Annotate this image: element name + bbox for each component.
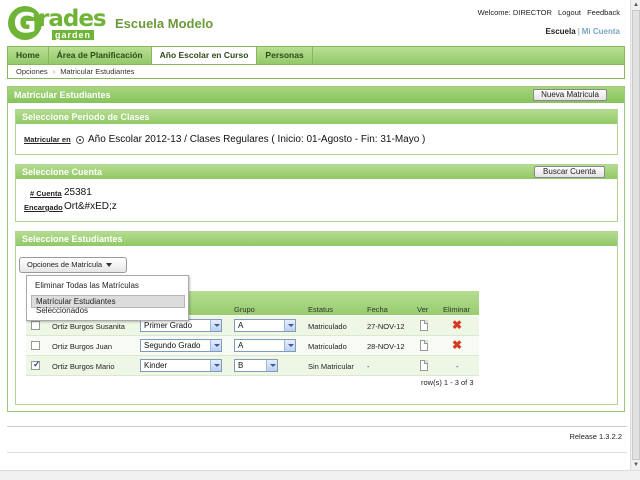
group-select[interactable]: A xyxy=(234,319,296,332)
menu-item-eliminar-todas[interactable]: Eliminar Todas las Matrículas xyxy=(35,281,139,290)
logo-letter: G xyxy=(8,6,42,40)
period-label: Matricular en xyxy=(24,135,71,144)
grade-select-value: Segundo Grado xyxy=(144,341,201,350)
group-select-value: A xyxy=(238,321,244,330)
menu-item-line2: Seleccionados xyxy=(36,306,89,315)
scrollbar-thumb[interactable] xyxy=(632,10,640,460)
row-checkbox[interactable] xyxy=(31,321,40,330)
feedback-link[interactable]: Feedback xyxy=(587,8,620,17)
date-text: 28-NOV-12 xyxy=(367,342,405,351)
status-text: Matriculado xyxy=(308,342,347,351)
guardian-label: Encargado xyxy=(24,203,63,212)
period-section-title: Seleccione Periodo de Clases xyxy=(16,110,617,124)
chevron-down-icon xyxy=(210,320,221,331)
row-checkbox[interactable] xyxy=(31,341,40,350)
student-name: Ortiz Burgos Juan xyxy=(52,342,113,351)
tab-area-planificacion[interactable]: Área de Planificación xyxy=(49,47,152,64)
col-estatus[interactable]: Estatus xyxy=(308,305,333,314)
group-select-value: B xyxy=(238,361,244,370)
opciones-matricula-menu: Eliminar Todas las Matrículas Matrícular… xyxy=(26,275,189,321)
date-text: 27-NOV-12 xyxy=(367,322,405,331)
chevron-down-icon xyxy=(210,360,221,371)
chevron-down-icon xyxy=(106,263,113,268)
vertical-scrollbar[interactable]: ▲ ▼ xyxy=(630,0,640,470)
context-switcher: Escuela | Mi Cuenta xyxy=(545,27,620,36)
breadcrumb-current: Matricular Estudiantes xyxy=(60,67,135,76)
period-section: Seleccione Periodo de Clases Matricular … xyxy=(15,109,618,155)
col-grupo[interactable]: Grupo xyxy=(234,305,255,314)
switch-mi-cuenta-link[interactable]: Mi Cuenta xyxy=(582,27,620,36)
table-row: Ortiz Burgos Juan Segundo Grado A Matric… xyxy=(26,336,479,356)
guardian-value: Ort&#xED;z xyxy=(64,201,117,212)
student-name: Ortiz Burgos Susanita xyxy=(52,322,125,331)
horizontal-scrollbar[interactable] xyxy=(0,470,640,480)
col-ver[interactable]: Ver xyxy=(417,305,428,314)
top-user-bar: Welcome: DIRECTOR Logout Feedback xyxy=(474,8,620,17)
menu-item-line1: Matrícular Estudiantes xyxy=(36,297,116,306)
welcome-text: Welcome: DIRECTOR xyxy=(477,8,552,17)
tab-home[interactable]: Home xyxy=(8,47,49,64)
logo-sub-text: garden xyxy=(52,30,95,40)
period-value: Año Escolar 2012-13 / Clases Regulares (… xyxy=(88,134,426,145)
switch-separator: | xyxy=(577,27,580,36)
row-counter: row(s) 1 - 3 of 3 xyxy=(421,378,474,387)
scroll-up-arrow-icon[interactable]: ▲ xyxy=(632,1,640,9)
grade-select[interactable]: Kinder xyxy=(140,359,222,372)
buscar-cuenta-button[interactable]: Buscar Cuenta xyxy=(534,166,605,178)
panel-title: Matricular Estudiantes xyxy=(14,90,111,100)
logo-main-text: rades xyxy=(38,6,107,32)
group-select[interactable]: A xyxy=(234,339,296,352)
nueva-matricula-button[interactable]: Nueva Matricula xyxy=(533,89,607,101)
document-icon[interactable] xyxy=(420,320,428,331)
account-section: Seleccione Cuenta Buscar Cuenta # Cuenta… xyxy=(15,164,618,222)
delete-icon[interactable]: ✖ xyxy=(452,319,462,331)
release-version: Release 1.3.2.2 xyxy=(569,432,622,441)
delete-icon[interactable]: ✖ xyxy=(452,339,462,351)
grade-select[interactable]: Segundo Grado xyxy=(140,339,222,352)
document-icon[interactable] xyxy=(420,340,428,351)
switch-current-escuela[interactable]: Escuela xyxy=(545,27,575,36)
account-section-title: Seleccione Cuenta Buscar Cuenta xyxy=(16,165,617,179)
menu-item-matricular-seleccionados[interactable]: Matrícular Estudiantes Seleccionados xyxy=(31,295,185,315)
group-select-value: A xyxy=(238,341,244,350)
row-checkbox[interactable] xyxy=(31,359,41,370)
main-nav: Home Área de Planificación Año Escolar e… xyxy=(7,46,625,65)
breadcrumb: Opciones › Matricular Estudiantes xyxy=(7,64,625,79)
grade-select-value: Kinder xyxy=(144,361,168,370)
table-row: Ortiz Burgos Mario Kinder B Sin Matricul… xyxy=(26,356,479,376)
breadcrumb-arrow-icon: › xyxy=(52,67,56,76)
opciones-matricula-button[interactable]: Opciones de Matrícula xyxy=(19,257,127,273)
panel-header: Matricular Estudiantes Nueva Matricula xyxy=(8,87,624,103)
chevron-down-icon xyxy=(266,360,277,371)
col-eliminar[interactable]: Eliminar xyxy=(443,305,470,314)
account-number-value: 25381 xyxy=(64,187,92,198)
school-name: Escuela Modelo xyxy=(115,16,214,31)
status-text: Sin Matricular xyxy=(308,362,354,371)
chevron-down-icon xyxy=(284,340,295,351)
footer-divider xyxy=(7,426,627,427)
delete-placeholder: - xyxy=(456,362,459,371)
date-text: - xyxy=(367,362,370,371)
opciones-matricula-label: Opciones de Matrícula xyxy=(27,260,103,269)
group-select[interactable]: B xyxy=(234,359,278,372)
grades-garden-logo[interactable]: G rades garden xyxy=(8,6,107,40)
account-title-text: Seleccione Cuenta xyxy=(22,167,103,177)
chevron-down-icon xyxy=(284,320,295,331)
grade-select-value: Primer Grado xyxy=(144,321,193,330)
footer-divider-bottom xyxy=(7,452,627,453)
scroll-down-arrow-icon[interactable]: ▼ xyxy=(632,461,640,469)
col-fecha[interactable]: Fecha xyxy=(367,305,388,314)
students-section-title: Seleccione Estudiantes xyxy=(16,232,617,246)
chevron-down-icon xyxy=(210,340,221,351)
student-name: Ortiz Burgos Mario xyxy=(52,362,115,371)
document-icon[interactable] xyxy=(420,360,428,371)
logout-link[interactable]: Logout xyxy=(558,8,581,17)
breadcrumb-opciones[interactable]: Opciones xyxy=(16,67,48,76)
account-number-label: # Cuenta xyxy=(30,189,62,198)
period-radio[interactable] xyxy=(76,136,84,144)
tab-personas[interactable]: Personas xyxy=(257,47,313,64)
status-text: Matriculado xyxy=(308,322,347,331)
tab-ano-escolar[interactable]: Año Escolar en Curso xyxy=(151,47,258,65)
